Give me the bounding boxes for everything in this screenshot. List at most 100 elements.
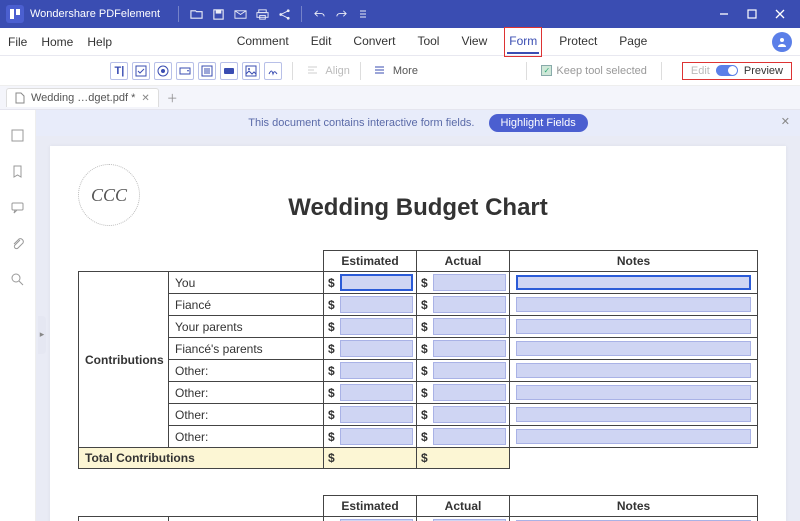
more-icon[interactable] bbox=[371, 62, 389, 80]
user-avatar[interactable] bbox=[772, 32, 792, 52]
open-icon[interactable] bbox=[188, 6, 204, 22]
print-icon[interactable] bbox=[254, 6, 270, 22]
toggle-switch-icon bbox=[716, 65, 738, 76]
form-field[interactable] bbox=[340, 274, 413, 291]
share-icon[interactable] bbox=[276, 6, 292, 22]
form-field[interactable] bbox=[340, 428, 413, 445]
highlight-fields-button[interactable]: Highlight Fields bbox=[489, 114, 588, 132]
form-field[interactable] bbox=[340, 296, 413, 313]
row-label: Other: bbox=[169, 360, 324, 382]
form-field[interactable] bbox=[340, 318, 413, 335]
separator bbox=[661, 62, 662, 80]
form-field[interactable] bbox=[433, 362, 506, 379]
tab-comment[interactable]: Comment bbox=[235, 30, 291, 54]
form-field[interactable] bbox=[516, 429, 751, 444]
total-label: Total Contributions bbox=[79, 448, 324, 469]
form-field[interactable] bbox=[433, 340, 506, 357]
thumbnails-icon[interactable] bbox=[9, 126, 27, 144]
form-field[interactable] bbox=[516, 385, 751, 400]
comment-panel-icon[interactable] bbox=[9, 198, 27, 216]
tab-protect[interactable]: Protect bbox=[557, 30, 599, 54]
form-banner: This document contains interactive form … bbox=[36, 110, 800, 136]
maximize-button[interactable] bbox=[738, 0, 766, 28]
row-label: Fiancé bbox=[169, 294, 324, 316]
close-tab-icon[interactable]: ✕ bbox=[141, 93, 149, 104]
align-icon[interactable] bbox=[303, 62, 321, 80]
keep-tool-label: Keep tool selected bbox=[556, 65, 647, 77]
image-tool-icon[interactable] bbox=[242, 62, 260, 80]
bookmark-icon[interactable] bbox=[9, 162, 27, 180]
tab-view[interactable]: View bbox=[459, 30, 489, 54]
menu-file[interactable]: File bbox=[8, 35, 27, 49]
form-field[interactable] bbox=[516, 319, 751, 334]
separator bbox=[292, 62, 293, 80]
form-field[interactable] bbox=[433, 384, 506, 401]
dropdown-icon[interactable] bbox=[355, 6, 371, 22]
document-canvas: ▸ This document contains interactive for… bbox=[36, 110, 800, 521]
save-icon[interactable] bbox=[210, 6, 226, 22]
keep-tool-selected-checkbox[interactable]: ✓ Keep tool selected bbox=[541, 65, 647, 77]
button-tool-icon[interactable] bbox=[220, 62, 238, 80]
form-field[interactable] bbox=[340, 340, 413, 357]
col-actual: Actual bbox=[417, 496, 510, 517]
form-field[interactable] bbox=[433, 428, 506, 445]
menu-home[interactable]: Home bbox=[41, 35, 73, 49]
mail-icon[interactable] bbox=[232, 6, 248, 22]
new-tab-button[interactable]: ＋ bbox=[167, 90, 178, 106]
form-field[interactable] bbox=[516, 363, 751, 378]
redo-icon[interactable] bbox=[333, 6, 349, 22]
workspace: ▸ This document contains interactive for… bbox=[0, 110, 800, 521]
radio-tool-icon[interactable] bbox=[154, 62, 172, 80]
tab-page[interactable]: Page bbox=[617, 30, 649, 54]
form-field[interactable] bbox=[516, 275, 751, 290]
app-name: Wondershare PDFelement bbox=[30, 8, 160, 20]
tab-edit[interactable]: Edit bbox=[309, 30, 334, 54]
attachment-icon[interactable] bbox=[9, 234, 27, 252]
close-button[interactable] bbox=[766, 0, 794, 28]
signature-tool-icon[interactable] bbox=[264, 62, 282, 80]
undo-icon[interactable] bbox=[311, 6, 327, 22]
file-icon bbox=[15, 92, 25, 104]
separator bbox=[178, 6, 179, 22]
edit-label: Edit bbox=[691, 65, 710, 77]
form-field[interactable] bbox=[516, 341, 751, 356]
menu-bar: File Home Help Comment Edit Convert Tool… bbox=[0, 28, 800, 56]
form-field[interactable] bbox=[340, 406, 413, 423]
form-field[interactable] bbox=[433, 274, 506, 291]
search-icon[interactable] bbox=[9, 270, 27, 288]
expand-panel-handle[interactable]: ▸ bbox=[38, 316, 46, 354]
banner-message: This document contains interactive form … bbox=[248, 117, 474, 129]
text-field-tool-icon[interactable]: T| bbox=[110, 62, 128, 80]
listbox-tool-icon[interactable] bbox=[198, 62, 216, 80]
form-field[interactable] bbox=[433, 296, 506, 313]
form-field[interactable] bbox=[516, 407, 751, 422]
col-notes: Notes bbox=[510, 251, 758, 272]
document-tab-label: Wedding …dget.pdf * bbox=[31, 92, 135, 104]
form-field[interactable] bbox=[433, 406, 506, 423]
form-field[interactable] bbox=[340, 362, 413, 379]
row-label: Other: bbox=[169, 426, 324, 448]
tab-convert[interactable]: Convert bbox=[351, 30, 397, 54]
tab-form[interactable]: Form bbox=[507, 30, 539, 54]
row-label: You bbox=[169, 272, 324, 294]
separator bbox=[360, 62, 361, 80]
left-sidebar bbox=[0, 110, 36, 521]
checkbox-tool-icon[interactable] bbox=[132, 62, 150, 80]
document-title: Wedding Budget Chart bbox=[78, 194, 758, 222]
col-notes: Notes bbox=[510, 496, 758, 517]
close-banner-icon[interactable]: ✕ bbox=[781, 115, 790, 128]
items-table: Estimated Actual Notes Wedding dress $ $ bbox=[78, 495, 758, 521]
more-label[interactable]: More bbox=[393, 65, 418, 77]
minimize-button[interactable] bbox=[710, 0, 738, 28]
document-tab[interactable]: Wedding …dget.pdf * ✕ bbox=[6, 88, 159, 107]
form-field[interactable] bbox=[516, 297, 751, 312]
menu-help[interactable]: Help bbox=[87, 35, 112, 49]
tab-tool[interactable]: Tool bbox=[415, 30, 441, 54]
edit-preview-toggle[interactable]: Edit Preview bbox=[682, 62, 792, 80]
form-field[interactable] bbox=[433, 318, 506, 335]
col-actual: Actual bbox=[417, 251, 510, 272]
form-field[interactable] bbox=[340, 384, 413, 401]
dropdown-tool-icon[interactable] bbox=[176, 62, 194, 80]
app-logo bbox=[6, 5, 24, 23]
title-bar: Wondershare PDFelement bbox=[0, 0, 800, 28]
